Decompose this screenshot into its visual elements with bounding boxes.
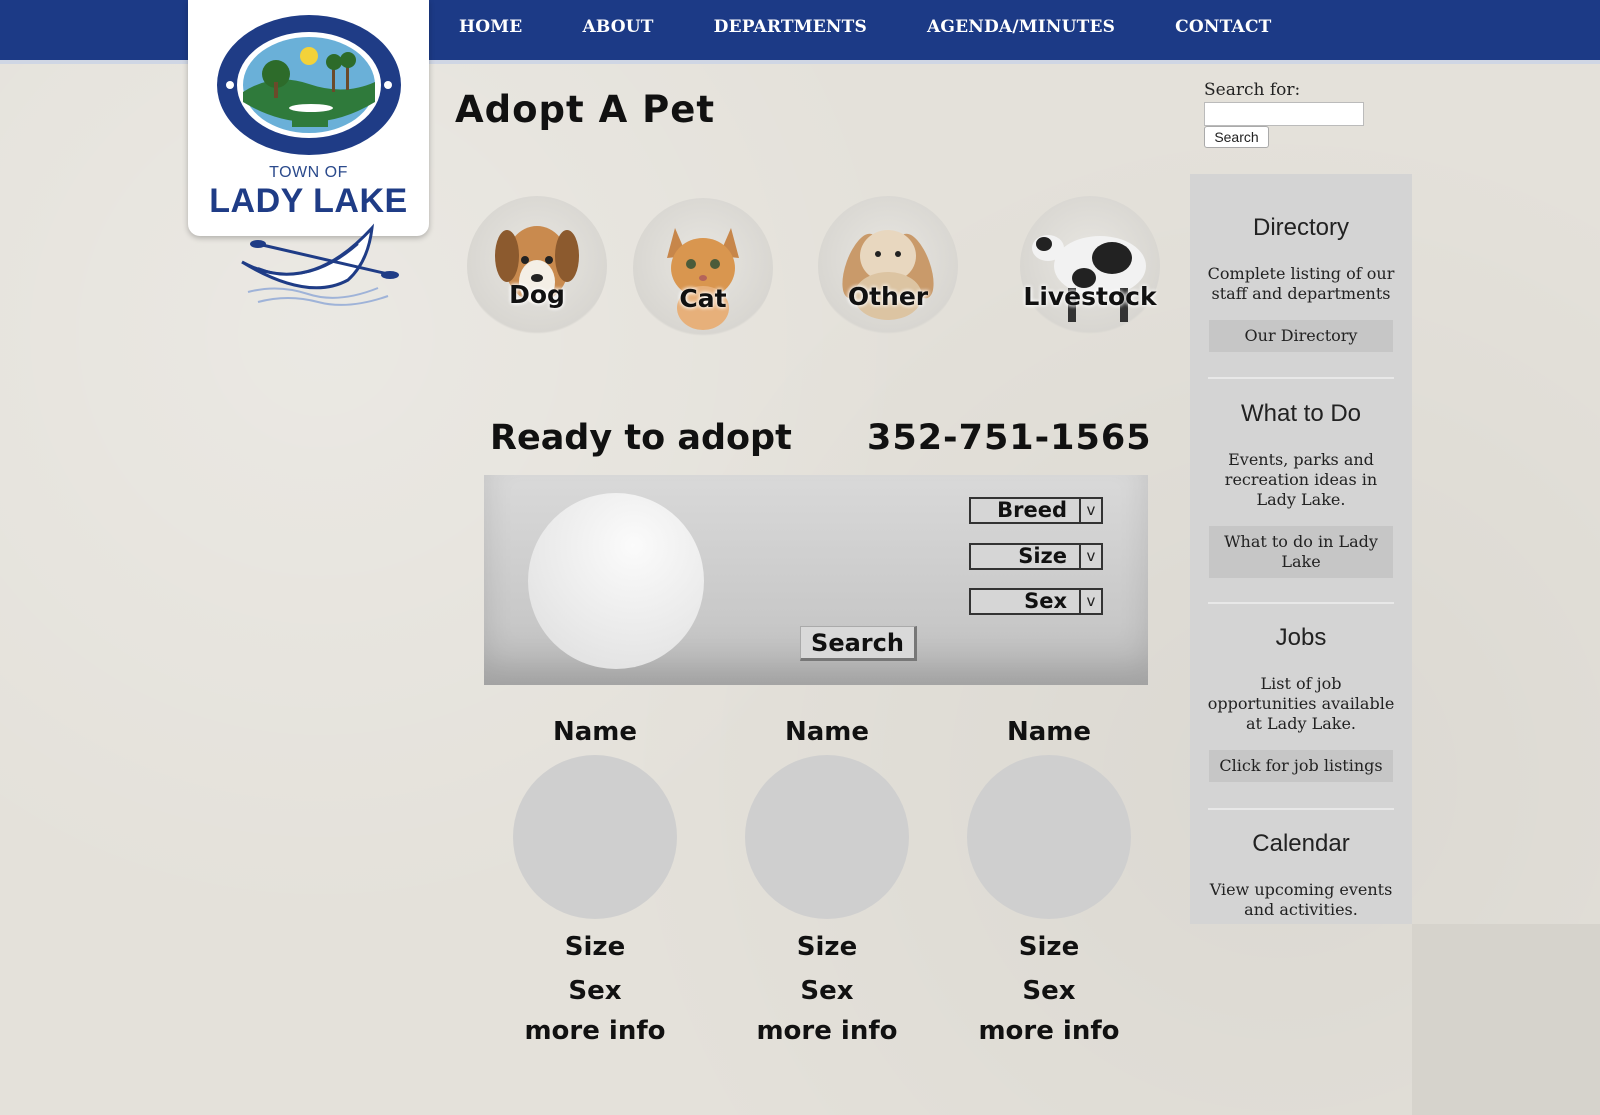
nav-agenda-minutes[interactable]: AGENDA/MINUTES [927,17,1115,37]
site-logo[interactable]: TOWN OF LADY LAKE [188,0,429,236]
pet-name: Name [784,717,870,747]
sidebar-jobs: Jobs List of job opportunities available… [1190,624,1412,782]
sidebar-section-title: Jobs [1275,624,1327,651]
more-info-link[interactable]: more info [495,1009,695,1053]
chevron-down-icon: v [1079,590,1101,613]
ready-to-adopt-text: Ready to adopt [490,418,792,458]
chevron-down-icon: v [1079,499,1101,522]
breed-dropdown[interactable]: Breed v [969,497,1103,524]
sidebar-section-title: Directory [1252,214,1349,241]
more-info-link[interactable]: more info [949,1009,1149,1053]
nav-home[interactable]: HOME [459,17,522,37]
pet-filter-panel: Breed v Size v Sex v Search [484,475,1148,685]
sidebar-section-title: Calendar [1252,830,1350,857]
cow-icon [1032,235,1146,322]
more-info-link[interactable]: more info [727,1009,927,1053]
pet-card: Name Size Sex more info [727,717,927,1053]
sidebar-section-desc: Complete listing of our staff and depart… [1207,264,1395,303]
category-other[interactable]: Other [818,196,958,336]
size-dropdown[interactable]: Size v [969,543,1103,570]
sidebar-what-to-do: What to Do Events, parks and recreation … [1190,400,1412,578]
pet-sex: Sex [568,976,622,1006]
sidebar-section-desc: Events, parks and recreation ideas in La… [1224,450,1378,509]
search-button[interactable]: Search [1204,126,1269,148]
sidebar: Directory Complete listing of our staff … [1190,174,1412,924]
phone-number[interactable]: 352-751-1565 [867,418,1152,458]
category-livestock-label: Livestock [1023,282,1157,311]
pet-photo[interactable] [745,755,909,919]
pet-card: Name Size Sex more info [495,717,695,1053]
size-dropdown-label: Size [1018,544,1067,568]
job-listings-button[interactable]: Click for job listings [1209,750,1393,782]
logo-lady-lake: LADY LAKE [209,182,408,220]
category-cat-label: Cat [679,284,727,313]
pet-photo[interactable] [967,755,1131,919]
sex-dropdown-label: Sex [1024,589,1067,613]
sidebar-section-desc: List of job opportunities available at L… [1207,674,1395,733]
main-nav: HOME ABOUT DEPARTMENTS AGENDA/MINUTES CO… [459,0,1332,54]
dog-icon [495,226,579,304]
town-seal-icon [217,15,401,155]
category-dog-label: Dog [509,280,565,309]
pet-size: Size [1018,932,1080,962]
pet-sex: Sex [1022,976,1076,1006]
canoe-icon [241,223,399,306]
sidebar-divider [1208,377,1394,379]
pet-photo[interactable] [513,755,677,919]
logo-town-of: TOWN OF [269,164,348,181]
sex-dropdown[interactable]: Sex v [969,588,1103,615]
pet-card: Name Size Sex more info [949,717,1149,1053]
breed-dropdown-label: Breed [997,498,1067,522]
search-input[interactable] [1204,102,1364,126]
pet-name: Name [1006,717,1092,747]
pet-sex: Sex [800,976,854,1006]
category-dog[interactable]: Dog [467,196,607,336]
sidebar-divider [1208,602,1394,604]
rabbit-icon [842,230,934,320]
sidebar-divider [1208,808,1394,810]
nav-contact[interactable]: CONTACT [1175,17,1271,37]
page-title: Adopt A Pet [455,88,716,131]
what-to-do-button[interactable]: What to do in Lady Lake [1209,526,1393,578]
featured-pet-photo [528,493,704,669]
category-cat[interactable]: Cat [633,198,773,338]
background-panel [1412,924,1600,1115]
sidebar-calendar: Calendar View upcoming events and activi… [1190,830,1412,920]
pet-size: Size [564,932,626,962]
pet-search-button[interactable]: Search [800,626,917,661]
nav-about[interactable]: ABOUT [582,17,653,37]
sidebar-section-title: What to Do [1240,400,1362,427]
category-livestock[interactable]: Livestock [1020,196,1160,336]
our-directory-button[interactable]: Our Directory [1209,320,1393,352]
nav-departments[interactable]: DEPARTMENTS [714,17,867,37]
category-other-label: Other [847,282,929,311]
cat-icon [667,228,739,330]
sidebar-section-desc: View upcoming events and activities. [1209,880,1393,919]
pet-name: Name [552,717,638,747]
pet-size: Size [796,932,858,962]
sidebar-directory: Directory Complete listing of our staff … [1190,214,1412,352]
search-label: Search for: [1204,80,1301,100]
chevron-down-icon: v [1079,545,1101,568]
